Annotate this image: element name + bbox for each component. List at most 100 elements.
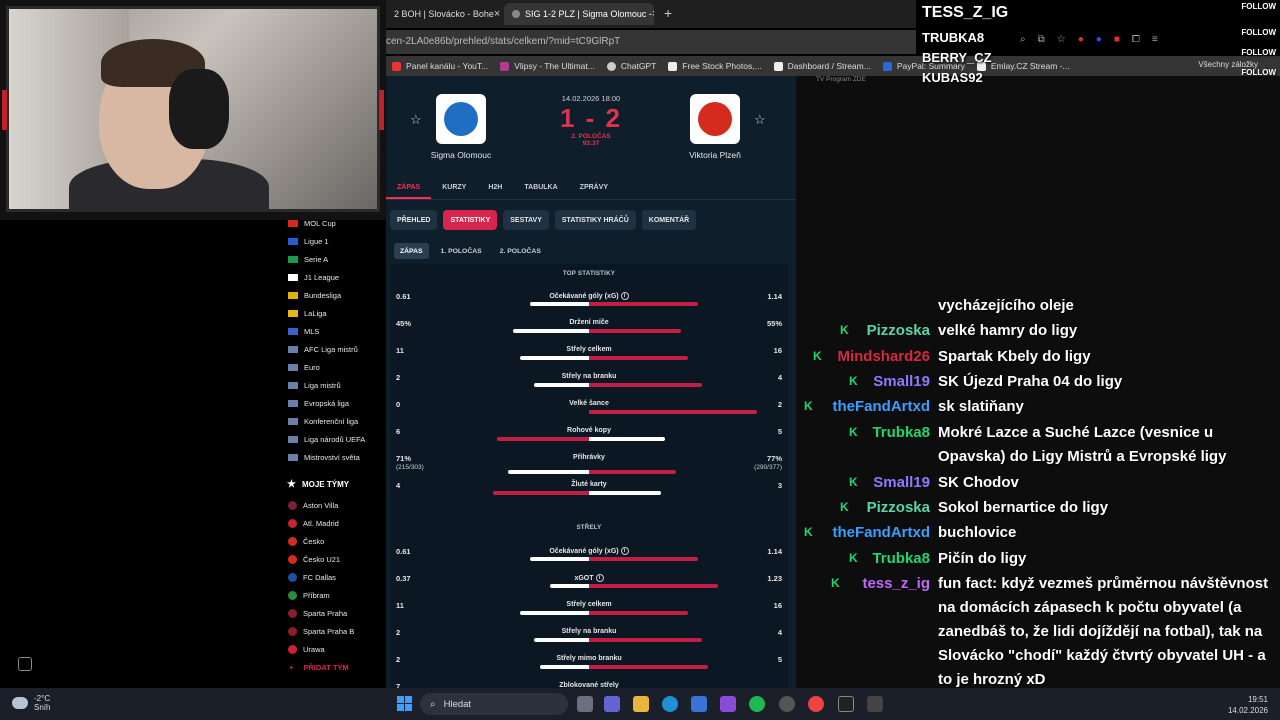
stat-away-bar <box>589 557 698 561</box>
tab-3[interactable]: TABULKA <box>513 180 568 199</box>
browser-tab-active[interactable]: SIG 1-2 PLZ | Sigma Olomouc - × <box>504 3 654 25</box>
sidebar-league-item[interactable]: LaLiga <box>280 304 385 322</box>
favorite-star-icon[interactable]: ☆ <box>754 112 766 128</box>
sidebar-league-item[interactable]: MLS <box>280 322 385 340</box>
team-label: Česko <box>303 536 325 546</box>
close-icon[interactable]: × <box>494 8 500 20</box>
tab-2[interactable]: H2H <box>477 180 513 199</box>
sidebar-league-item[interactable]: Konferenční liga <box>280 412 385 430</box>
file-explorer-icon[interactable] <box>633 696 649 712</box>
teams-icon[interactable] <box>604 696 620 712</box>
sidebar-team-item[interactable]: Česko U21 <box>280 550 385 568</box>
sidebar-league-item[interactable]: Evropská liga <box>280 394 385 412</box>
sidebar-team-item[interactable]: Sparta Praha <box>280 604 385 622</box>
bookmark-item[interactable]: Vlipsy - The Ultimat... <box>500 61 595 71</box>
webcam-accent-right <box>379 90 384 130</box>
sidebar-team-item[interactable]: Česko <box>280 532 385 550</box>
sidebar-league-item[interactable]: Ligue 1 <box>280 232 385 250</box>
chat-username[interactable]: theFandArtxd <box>833 523 931 543</box>
bookmark-item[interactable]: Free Stock Photos,... <box>668 61 762 71</box>
weather-widget[interactable]: -2°C Sníh <box>12 694 50 712</box>
sidebar-team-item[interactable]: Sparta Praha B <box>280 622 385 640</box>
period-tab-1[interactable]: 1. POLOČAS <box>435 243 488 259</box>
info-icon[interactable]: i <box>620 292 629 300</box>
bookmark-item[interactable]: Panel kanálu - YouT... <box>392 61 488 71</box>
stat-row: 6 5 Rohové kopy <box>390 427 788 453</box>
chat-username[interactable]: Mindshard26 <box>837 347 930 367</box>
period-tab-2[interactable]: 2. POLOČAS <box>494 243 547 259</box>
sub-tab-3[interactable]: STATISTIKY HRÁČŮ <box>554 210 636 230</box>
sidebar-team-item[interactable]: Příbram <box>280 586 385 604</box>
stat-away-bar <box>589 383 702 387</box>
sidebar-league-item[interactable]: AFC Liga mistrů <box>280 340 385 358</box>
add-team-button[interactable]: + PŘIDAT TÝM <box>280 658 385 676</box>
system-clock[interactable]: 19:51 14.02.2026 <box>1228 694 1268 716</box>
sidebar-league-item[interactable]: Liga mistrů <box>280 376 385 394</box>
sidebar-league-item[interactable]: Serie A <box>280 250 385 268</box>
bookmark-item[interactable]: ChatGPT <box>606 61 656 71</box>
task-view-icon[interactable] <box>577 696 593 712</box>
sidebar-league-item[interactable]: J1 League <box>280 268 385 286</box>
sidebar-league-item[interactable]: Mistrovství světa <box>280 448 385 466</box>
sigma-crest-icon <box>444 102 478 136</box>
chat-username[interactable]: tess_z_ig <box>862 574 930 594</box>
sidebar-team-item[interactable]: FC Dallas <box>280 568 385 586</box>
chat-username[interactable]: Small19 <box>873 473 930 493</box>
sidebar-team-item[interactable]: Aston Villa <box>280 496 385 514</box>
taskbar-search[interactable]: ⌕ Hledat <box>420 693 568 715</box>
away-team[interactable]: Viktoria Plzeň <box>675 94 755 160</box>
shield-icon[interactable] <box>18 657 32 671</box>
address-bar[interactable]: cen-2LA0e86b/prehled/stats/celkem/?mid=t… <box>386 30 916 54</box>
flag-icon <box>288 309 298 317</box>
app-icon[interactable] <box>720 696 736 712</box>
stat-name: Střely na branku <box>390 373 788 380</box>
steam-icon[interactable] <box>779 696 795 712</box>
sidebar-league-item[interactable]: MOL Cup <box>280 214 385 232</box>
info-icon[interactable]: i <box>595 574 604 582</box>
chat-username[interactable]: theFandArtxd <box>833 397 931 417</box>
favorite-star-icon[interactable]: ☆ <box>410 112 422 128</box>
stat-home-bar <box>513 329 589 333</box>
stat-home-bar <box>530 302 589 306</box>
chat-username[interactable]: Pizzoska <box>867 321 930 341</box>
new-tab-icon[interactable]: + <box>664 5 672 21</box>
bookmark-item[interactable]: Dashboard / Stream... <box>773 61 871 71</box>
stat-name: Přihrávky <box>390 454 788 461</box>
browser-tab[interactable]: 2 BOH | Slovácko - Bohe × <box>386 3 504 25</box>
obs-icon[interactable] <box>838 696 854 712</box>
period-tab-0[interactable]: ZÁPAS <box>394 243 429 259</box>
sub-tab-0[interactable]: PŘEHLED <box>390 210 438 230</box>
sub-tab-4[interactable]: KOMENTÁŘ <box>641 210 697 230</box>
tab-1[interactable]: KURZY <box>431 180 477 199</box>
home-team[interactable]: Sigma Olomouc <box>421 94 501 160</box>
spotify-icon[interactable] <box>749 696 765 712</box>
chat-username[interactable]: Small19 <box>873 372 930 392</box>
sub-tab-2[interactable]: SESTAVY <box>503 210 549 230</box>
sidebar-league-item[interactable]: Bundesliga <box>280 286 385 304</box>
tv-program-link[interactable]: TV Program ZDE <box>816 76 866 83</box>
sub-tab-1[interactable]: STATISTIKY <box>443 210 498 230</box>
tab-4[interactable]: ZPRÁVY <box>569 180 619 199</box>
stat-row: 2 4 Střely na branku <box>390 373 788 399</box>
period-tabs: ZÁPAS 1. POLOČAS 2. POLOČAS <box>394 243 547 259</box>
flag-icon <box>288 291 298 299</box>
store-icon[interactable] <box>691 696 707 712</box>
chat-username[interactable]: Pizzoska <box>867 498 930 518</box>
close-icon[interactable]: × <box>652 8 654 20</box>
match-score: 1 - 2 <box>559 103 623 133</box>
info-icon[interactable]: i <box>620 547 629 555</box>
sidebar-league-item[interactable]: Euro <box>280 358 385 376</box>
sidebar-team-item[interactable]: Urawa <box>280 640 385 658</box>
sidebar-league-item[interactable]: Liga národů UEFA <box>280 430 385 448</box>
stat-home-bar <box>540 665 589 669</box>
chat-username[interactable]: Trubka8 <box>872 423 930 443</box>
chat-username[interactable]: Trubka8 <box>872 549 930 569</box>
sidebar-team-item[interactable]: Atl. Madrid <box>280 514 385 532</box>
chrome-icon[interactable] <box>808 696 824 712</box>
windows-start-icon[interactable] <box>397 696 412 711</box>
app-icon[interactable] <box>867 696 883 712</box>
bookmark-label: Vlipsy - The Ultimat... <box>514 61 595 71</box>
tab-0[interactable]: ZÁPAS <box>386 180 432 199</box>
edge-icon[interactable] <box>662 696 678 712</box>
moderator-badge-icon: K <box>840 323 849 337</box>
